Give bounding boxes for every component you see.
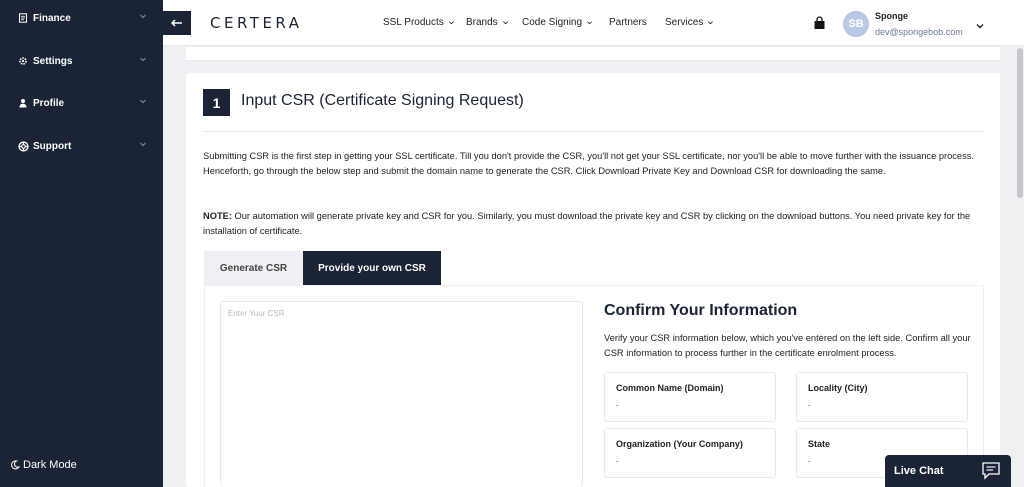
avatar[interactable]: SB [843, 11, 869, 37]
info-value: - [808, 456, 811, 466]
info-label: Organization (Your Company) [616, 439, 743, 449]
nav-ssl-products[interactable]: SSL Products [383, 17, 455, 28]
page-scrollbar[interactable] [1016, 46, 1024, 487]
sidebar-item-label: Profile [33, 97, 65, 109]
sidebar-item-label: Settings [33, 55, 73, 67]
info-label: Locality (City) [808, 383, 868, 393]
chevron-down-icon [139, 12, 147, 23]
nav-code-signing[interactable]: Code Signing [522, 17, 593, 28]
divider [203, 131, 983, 132]
chevron-down-icon [139, 55, 147, 66]
user-menu-chevron-icon[interactable] [975, 18, 985, 36]
logo[interactable]: CERTERA [210, 14, 303, 32]
chevron-down-icon [502, 19, 509, 26]
nav-services[interactable]: Services [665, 17, 714, 28]
sidebar: Finance Settings Profile Support Dark Mo… [0, 0, 163, 487]
chevron-down-icon [448, 19, 455, 26]
sidebar-item-finance[interactable]: Finance [0, 7, 163, 29]
live-chat-label: Live Chat [894, 465, 944, 477]
sidebar-item-support[interactable]: Support [0, 135, 163, 157]
info-label: State [808, 439, 831, 449]
lifebuoy-icon [17, 140, 29, 152]
csr-step-card: 1 Input CSR (Certificate Signing Request… [186, 73, 1000, 487]
dark-mode-label: Dark Mode [23, 459, 77, 471]
info-organization: Organization (Your Company) - [604, 428, 776, 478]
confirm-description: Verify your CSR information below, which… [604, 333, 971, 358]
person-icon [17, 97, 29, 109]
step-title: Input CSR (Certificate Signing Request) [241, 92, 524, 109]
info-value: - [808, 400, 811, 410]
nav-label: Partners [609, 17, 647, 28]
nav-label: SSL Products [383, 17, 444, 28]
nav-label: Brands [466, 17, 498, 28]
cart-bag-icon[interactable] [813, 16, 826, 35]
dark-mode-toggle[interactable]: Dark Mode [10, 459, 77, 471]
step-number-badge: 1 [203, 89, 230, 116]
tab-provide-own-csr[interactable]: Provide your own CSR [303, 251, 441, 285]
chevron-down-icon [707, 19, 714, 26]
moon-icon [10, 460, 20, 470]
user-name: Sponge [875, 11, 908, 21]
nav-label: Services [665, 17, 704, 28]
chevron-down-icon [586, 19, 593, 26]
note-text: Our automation will generate private key… [203, 211, 971, 236]
csr-textarea[interactable] [221, 302, 582, 487]
sidebar-item-label: Support [33, 140, 72, 152]
sidebar-item-label: Finance [33, 12, 71, 24]
nav-brands[interactable]: Brands [466, 17, 509, 28]
info-locality: Locality (City) - [796, 372, 968, 422]
note-paragraph: NOTE: Our automation will generate priva… [203, 209, 988, 239]
csr-input-container [220, 301, 583, 487]
nav-partners[interactable]: Partners [609, 17, 647, 28]
sidebar-item-settings[interactable]: Settings [0, 50, 163, 72]
chevron-down-icon [139, 97, 147, 108]
gear-icon [17, 55, 29, 67]
csr-tabs: Generate CSR Provide your own CSR [204, 251, 441, 285]
document-icon [17, 12, 29, 24]
confirm-title: Confirm Your Information [604, 302, 798, 319]
scrollbar-thumb[interactable] [1017, 48, 1023, 198]
top-header: CERTERA SSL Products Brands Code Signing… [163, 0, 1024, 46]
nav-label: Code Signing [522, 17, 583, 28]
tab-generate-csr[interactable]: Generate CSR [204, 251, 303, 285]
info-label: Common Name (Domain) [616, 383, 724, 393]
sidebar-item-profile[interactable]: Profile [0, 92, 163, 114]
previous-card-edge [186, 47, 1000, 61]
chat-bubble-icon [981, 461, 1001, 483]
live-chat-button[interactable]: Live Chat [885, 455, 1011, 487]
info-value: - [616, 456, 619, 466]
chevron-down-icon [139, 140, 147, 151]
info-common-name: Common Name (Domain) - [604, 372, 776, 422]
info-value: - [616, 400, 619, 410]
note-label: NOTE: [203, 211, 232, 221]
back-button[interactable] [163, 11, 191, 35]
user-email: dev@spongebob.com [875, 27, 963, 37]
arrow-left-icon [170, 14, 183, 32]
intro-paragraph: Submitting CSR is the first step in gett… [203, 151, 974, 176]
